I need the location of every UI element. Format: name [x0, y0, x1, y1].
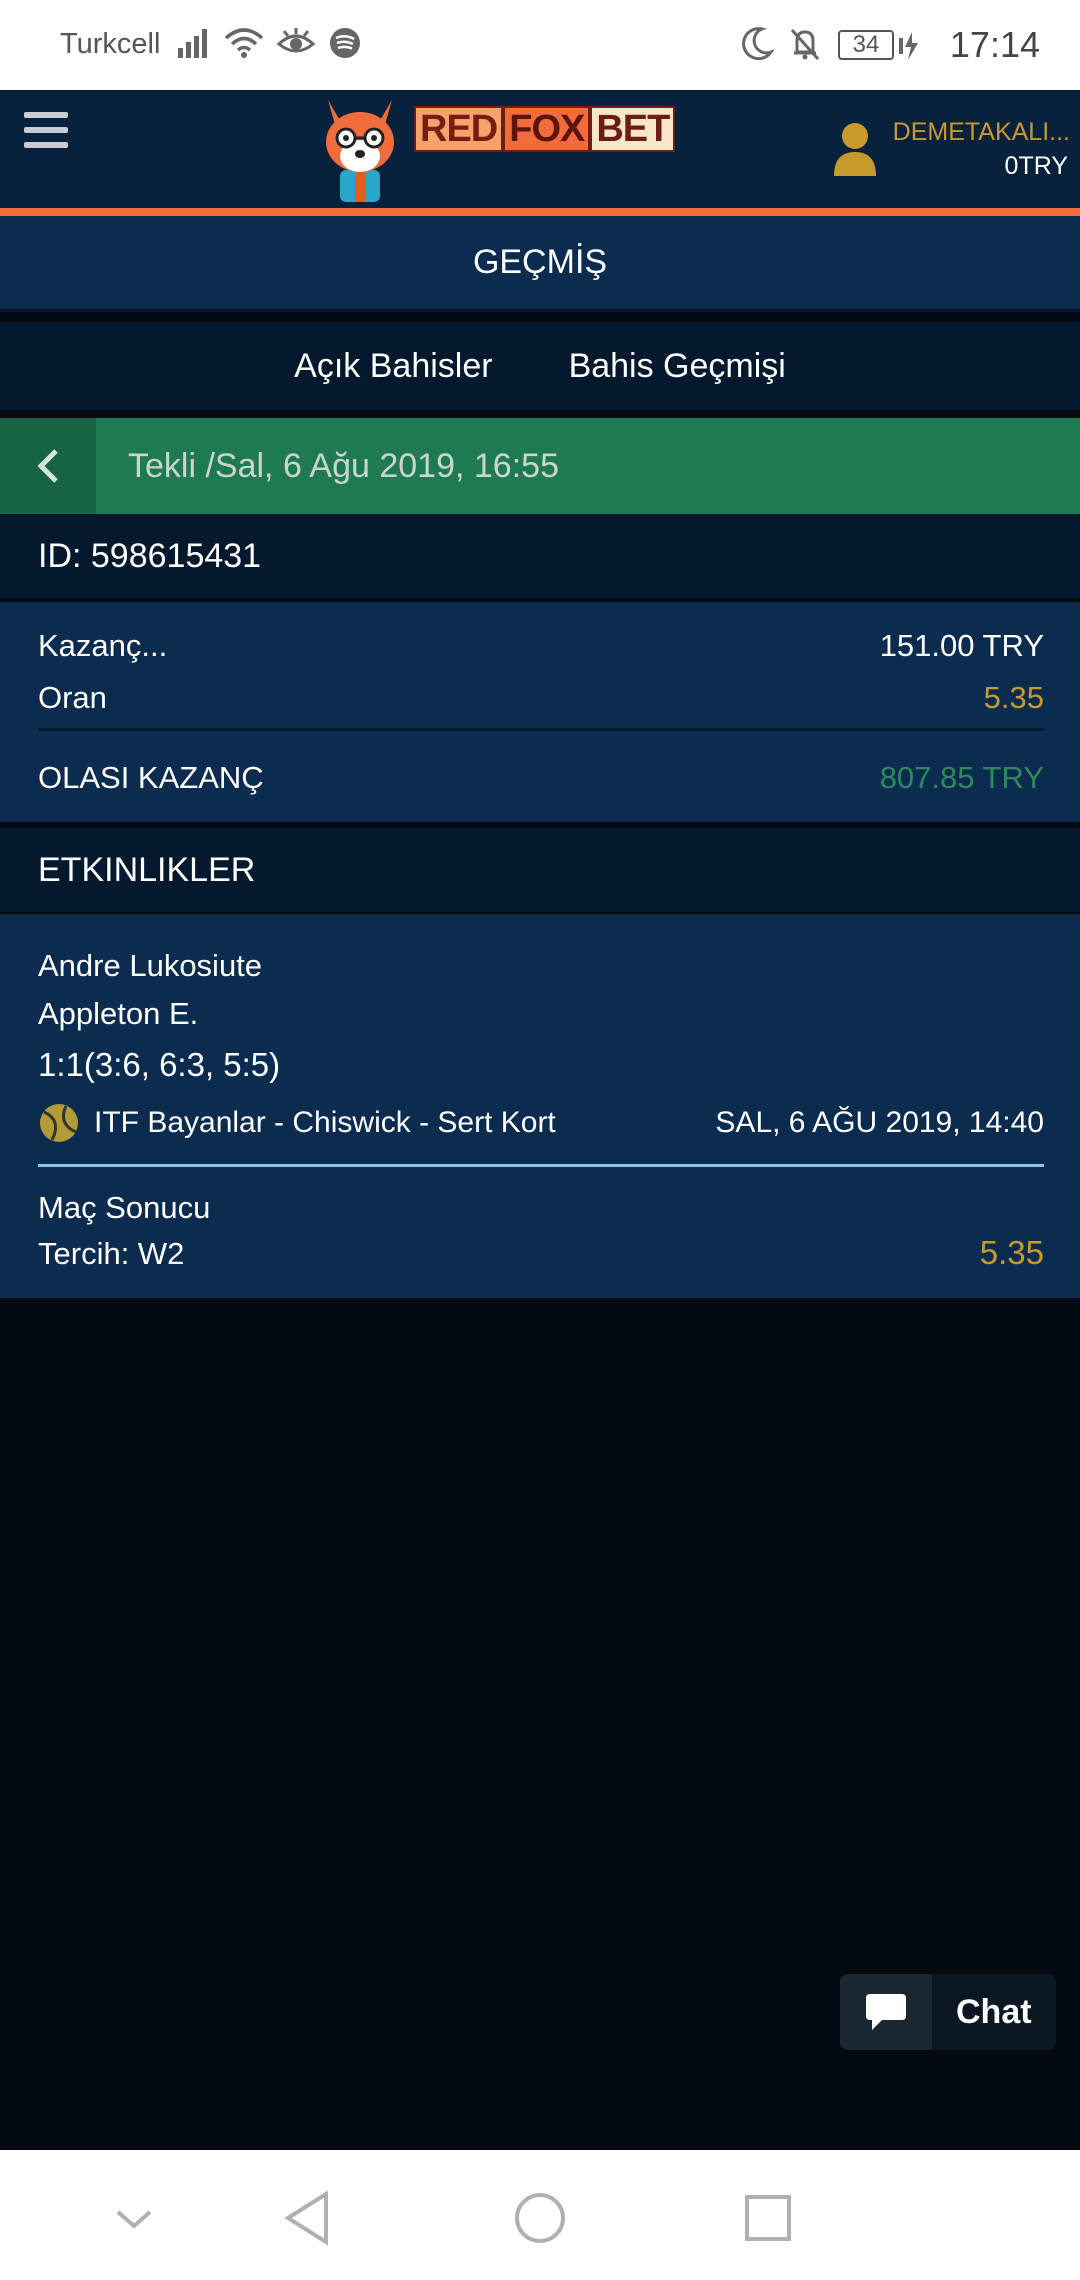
potential-win-label: OLASI KAZANÇ	[38, 760, 264, 795]
stake-row: Kazanç... 151.00 TRY	[38, 628, 1044, 664]
bet-summary: Kazanç... 151.00 TRY Oran 5.35 OLASI KAZ…	[0, 602, 1080, 822]
event-meta: ITF Bayanlar - Chiswick - Sert Kort SAL,…	[38, 1102, 1044, 1144]
chevron-down-icon[interactable]	[104, 2188, 164, 2248]
header-accent-line	[0, 208, 1080, 216]
bet-detail-header: Tekli /Sal, 6 Ağu 2019, 16:55	[0, 418, 1080, 514]
stake-value: 151.00 TRY	[879, 628, 1044, 663]
system-nav-bar	[0, 2150, 1080, 2280]
status-icons-right	[740, 26, 822, 62]
event-selection: Tercih: W2	[38, 1236, 185, 1271]
chat-bubble-icon	[840, 1974, 932, 2050]
user-name[interactable]: DEMETAKALI...	[893, 118, 1070, 147]
event-divider	[38, 1164, 1044, 1167]
brand-word-red: RED	[414, 106, 504, 152]
event-datetime: SAL, 6 AĞU 2019, 14:40	[715, 1106, 1044, 1139]
bet-type-datetime: Tekli /Sal, 6 Ağu 2019, 16:55	[128, 446, 559, 485]
history-tabs: Açık Bahisler Bahis Geçmişi	[0, 322, 1080, 410]
tennis-ball-icon	[40, 1104, 78, 1142]
brand-word-fox: FOX	[503, 106, 591, 152]
signal-icon	[178, 29, 207, 58]
chat-label: Chat	[956, 1992, 1032, 2031]
event-odds: 5.35	[979, 1234, 1044, 1271]
charging-icon	[899, 32, 918, 60]
potential-win-row: OLASI KAZANÇ 807.85 TRY	[38, 760, 1044, 796]
brand-word-bet: BET	[590, 106, 676, 152]
odds-value: 5.35	[983, 680, 1044, 715]
eye-icon	[276, 28, 316, 53]
odds-label: Oran	[38, 680, 107, 715]
event-team-1: Andre Lukosiute	[38, 948, 263, 983]
home-circle-icon[interactable]	[510, 2188, 570, 2248]
bet-id: ID: 598615431	[0, 514, 1080, 598]
status-bar: Turkcell 34 17:14	[0, 0, 1080, 90]
page-title: GEÇMİŞ	[0, 216, 1080, 312]
spotify-icon	[330, 28, 360, 58]
hamburger-menu-icon[interactable]	[24, 112, 68, 156]
event-team-2: Appleton E.	[38, 996, 199, 1031]
stake-label: Kazanç...	[38, 628, 168, 663]
carrier-label: Turkcell	[60, 28, 161, 60]
status-icons-left	[176, 26, 362, 60]
event-card: Andre Lukosiute Appleton E. 1:1(3:6, 6:3…	[0, 914, 1080, 1298]
battery-icon: 34	[838, 30, 894, 60]
user-avatar-icon[interactable]	[832, 120, 878, 176]
battery-level: 34	[852, 31, 880, 58]
mute-bell-icon	[790, 28, 820, 61]
chat-button[interactable]: Chat	[840, 1974, 1056, 2050]
recents-square-icon[interactable]	[738, 2188, 798, 2248]
summary-divider	[38, 728, 1044, 731]
events-section-title: ETKINLIKLER	[0, 828, 1080, 912]
event-league: ITF Bayanlar - Chiswick - Sert Kort	[38, 1102, 556, 1144]
back-button[interactable]	[0, 418, 96, 514]
brand-wordmark[interactable]: RED FOX BET	[414, 106, 676, 152]
clock: 17:14	[949, 24, 1040, 65]
odds-row: Oran 5.35	[38, 680, 1044, 716]
chevron-left-icon	[37, 449, 58, 483]
user-balance: 0TRY	[1004, 152, 1068, 180]
tab-bet-history[interactable]: Bahis Geçmişi	[569, 347, 786, 386]
potential-win-value: 807.85 TRY	[879, 760, 1044, 795]
event-score: 1:1(3:6, 6:3, 5:5)	[38, 1046, 281, 1083]
moon-icon	[742, 27, 774, 61]
event-market: Maç Sonucu	[38, 1190, 211, 1225]
wifi-icon	[224, 28, 264, 58]
back-triangle-icon[interactable]	[280, 2188, 340, 2248]
tab-open-bets[interactable]: Açık Bahisler	[294, 347, 492, 386]
event-league-name: ITF Bayanlar - Chiswick - Sert Kort	[94, 1106, 556, 1139]
